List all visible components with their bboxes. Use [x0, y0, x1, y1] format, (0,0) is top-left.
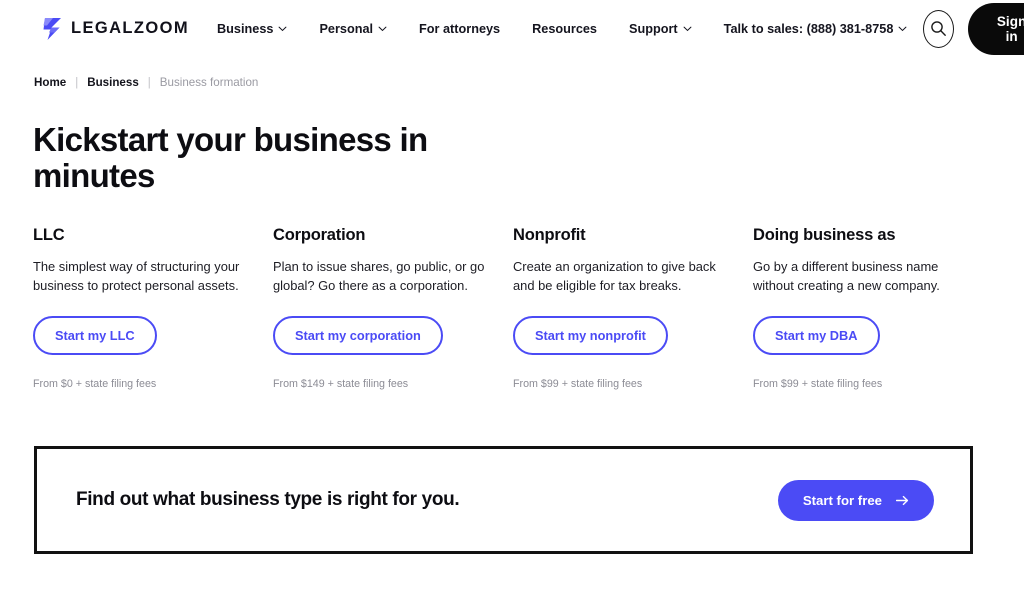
start-for-free-button[interactable]: Start for free [777, 479, 934, 521]
start-my-corporation-button[interactable]: Start my corporation [273, 316, 443, 355]
card-description: Go by a different business name without … [753, 259, 940, 293]
brand-wordmark: LEGALZOOM [71, 19, 190, 37]
card-title: Nonprofit [513, 226, 586, 244]
page-root: LEGALZOOM Business Personal For attorney… [0, 0, 1024, 599]
start-my-nonprofit-button[interactable]: Start my nonprofit [513, 316, 668, 355]
search-icon [931, 21, 947, 36]
card-title: Corporation [273, 226, 366, 244]
page-title: Kickstart your business in minutes [33, 121, 428, 194]
card-price-note: From $0 + state filing fees [33, 378, 157, 390]
card-price-note: From $99 + state filing fees [513, 378, 643, 390]
breadcrumb-item-business[interactable]: Business [87, 76, 139, 89]
start-for-free-label: Start for free [802, 492, 882, 508]
arrow-right-icon [896, 495, 909, 505]
breadcrumb-item-home[interactable]: Home [34, 76, 66, 89]
nav-item-talk-to-sales-label: Talk to sales: (888) 381-8758 [723, 21, 894, 36]
start-my-llc-button[interactable]: Start my LLC [33, 316, 157, 355]
card-corporation: Corporation Plan to issue shares, go pub… [273, 226, 513, 390]
legalzoom-z-lightning-icon [43, 17, 61, 40]
breadcrumb: Home | Business | Business formation [34, 76, 258, 89]
card-llc: LLC The simplest way of structuring your… [33, 226, 273, 390]
card-nonprofit: Nonprofit Create an organization to give… [513, 226, 753, 390]
brand-logo[interactable]: LEGALZOOM [42, 17, 189, 41]
card-title: LLC [33, 226, 65, 244]
breadcrumb-separator: | [75, 76, 79, 89]
breadcrumb-item-business-formation: Business formation [159, 76, 259, 89]
nav-item-business-label: Business [217, 21, 274, 36]
chevron-down-icon [378, 26, 387, 31]
search-button[interactable] [923, 9, 955, 48]
sign-in-button[interactable]: Sign in [968, 2, 1024, 55]
card-description: Plan to issue shares, go public, or go g… [273, 259, 485, 293]
nav-item-for-attorneys[interactable]: For attorneys [403, 22, 516, 36]
chevron-down-icon [898, 26, 907, 31]
nav-item-business[interactable]: Business [217, 22, 303, 36]
nav-item-for-attorneys-label: For attorneys [419, 21, 501, 36]
start-my-dba-button[interactable]: Start my DBA [753, 316, 880, 355]
card-title: Doing business as [753, 226, 896, 244]
card-doing-business-as: Doing business as Go by a different busi… [753, 226, 993, 390]
nav-item-personal-label: Personal [319, 21, 374, 36]
chevron-down-icon [683, 26, 692, 31]
cta-banner-headline: Find out what business type is right for… [76, 489, 460, 510]
site-header: LEGALZOOM Business Personal For attorney… [0, 0, 1024, 57]
nav-item-support-label: Support [629, 21, 678, 36]
card-description: Create an organization to give back and … [513, 259, 716, 293]
nav-item-resources-label: Resources [532, 21, 597, 36]
cta-banner: Find out what business type is right for… [34, 446, 973, 554]
card-description: The simplest way of structuring your bus… [33, 259, 240, 293]
nav-item-support[interactable]: Support [613, 22, 708, 36]
card-price-note: From $149 + state filing fees [273, 378, 409, 390]
main-nav: Business Personal For attorneys Resource… [217, 22, 923, 36]
business-type-cards: LLC The simplest way of structuring your… [33, 226, 991, 390]
nav-item-talk-to-sales[interactable]: Talk to sales: (888) 381-8758 [708, 22, 924, 36]
breadcrumb-separator: | [147, 76, 151, 89]
chevron-down-icon [278, 26, 287, 31]
card-price-note: From $99 + state filing fees [753, 378, 883, 390]
header-actions: Sign in [923, 2, 1024, 55]
nav-item-personal[interactable]: Personal [303, 22, 403, 36]
nav-item-resources[interactable]: Resources [516, 22, 613, 36]
